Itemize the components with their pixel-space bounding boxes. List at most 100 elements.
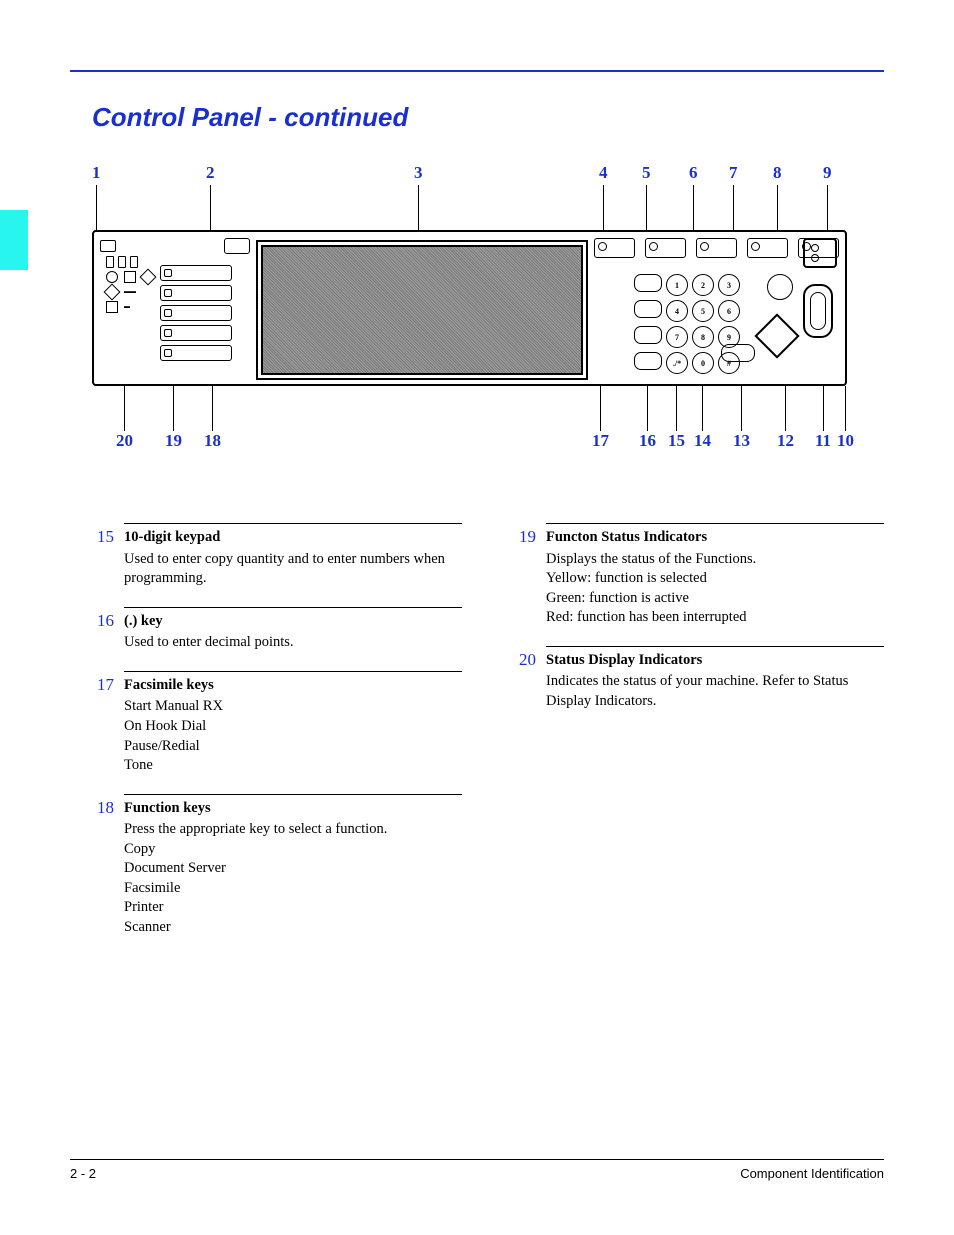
- item-title: Facsimile keys: [124, 676, 462, 696]
- callout-6: 6: [689, 163, 698, 183]
- callout-19: 19: [165, 431, 182, 451]
- panel-left-group: ▬▬ ▬: [100, 238, 250, 316]
- leader-3: [418, 185, 419, 230]
- item-line: On Hook Dial: [124, 717, 462, 737]
- item-body: Status Display IndicatorsIndicates the s…: [546, 646, 884, 712]
- column-left: 1510-digit keypadUsed to enter copy quan…: [84, 523, 462, 956]
- leader-1: [96, 185, 97, 230]
- item-line: Red: function has been interrupted: [546, 608, 884, 628]
- item-19: 19Functon Status IndicatorsDisplays the …: [506, 523, 884, 628]
- item-20: 20Status Display IndicatorsIndicates the…: [506, 646, 884, 712]
- callout-12: 12: [777, 431, 794, 451]
- leader-14: [702, 386, 703, 431]
- callout-7: 7: [729, 163, 738, 183]
- item-line: Press the appropriate key to select a fu…: [124, 820, 462, 840]
- callout-8: 8: [773, 163, 782, 183]
- callouts-top: 1 2 3 4 5 6 7 8 9: [92, 163, 847, 185]
- leader-20: [124, 386, 125, 431]
- item-line: Tone: [124, 756, 462, 776]
- fn-key-scanner: [160, 345, 232, 361]
- item-line: Printer: [124, 898, 462, 918]
- item-line: Yellow: function is selected: [546, 569, 884, 589]
- key-clearmodes: [696, 238, 737, 258]
- callout-1: 1: [92, 163, 101, 183]
- leader-6: [693, 185, 694, 230]
- main-power-indicator: [803, 238, 837, 268]
- callout-4: 4: [599, 163, 608, 183]
- footer: 2 - 2 Component Identification: [70, 1159, 884, 1181]
- item-line: Green: function is active: [546, 589, 884, 609]
- callout-5: 5: [642, 163, 651, 183]
- callout-20: 20: [116, 431, 133, 451]
- leader-2: [210, 185, 211, 230]
- leader-7: [733, 185, 734, 230]
- callout-13: 13: [733, 431, 750, 451]
- item-title: Functon Status Indicators: [546, 528, 884, 548]
- item-number: 20: [506, 646, 546, 670]
- leader-18: [212, 386, 213, 431]
- item-number: 16: [84, 607, 124, 631]
- item-line: Start Manual RX: [124, 697, 462, 717]
- leader-8: [777, 185, 778, 230]
- item-17: 17Facsimile keysStart Manual RXOn Hook D…: [84, 671, 462, 776]
- item-line: Displays the status of the Functions.: [546, 550, 884, 570]
- item-body: (.) keyUsed to enter decimal points.: [124, 607, 462, 653]
- fn-key-facsimile: [160, 305, 232, 321]
- item-line: Used to enter copy quantity and to enter…: [124, 550, 462, 589]
- callout-15: 15: [668, 431, 685, 451]
- footer-section: Component Identification: [740, 1166, 884, 1181]
- chapter-tab: [0, 210, 28, 270]
- descriptions: 1510-digit keypadUsed to enter copy quan…: [84, 523, 884, 956]
- callout-3: 3: [414, 163, 423, 183]
- item-title: Function keys: [124, 799, 462, 819]
- column-right: 19Functon Status IndicatorsDisplays the …: [506, 523, 884, 956]
- item-16: 16(.) keyUsed to enter decimal points.: [84, 607, 462, 653]
- item-line: Copy: [124, 840, 462, 860]
- leader-10: [845, 386, 846, 431]
- item-line: Pause/Redial: [124, 737, 462, 757]
- footer-page-number: 2 - 2: [70, 1166, 96, 1181]
- item-line: Document Server: [124, 859, 462, 879]
- leader-4: [603, 185, 604, 230]
- item-title: Status Display Indicators: [546, 651, 884, 671]
- page: Control Panel - continued 123456789 ▬▬ ▬: [0, 0, 954, 1235]
- leader-13: [741, 386, 742, 431]
- control-panel-figure: 123456789 ▬▬ ▬: [92, 163, 847, 453]
- item-line: Used to enter decimal points.: [124, 633, 462, 653]
- callout-9: 9: [823, 163, 832, 183]
- callout-2: 2: [206, 163, 215, 183]
- item-number: 17: [84, 671, 124, 695]
- item-18: 18Function keysPress the appropriate key…: [84, 794, 462, 938]
- item-title: 10-digit keypad: [124, 528, 462, 548]
- item-number: 18: [84, 794, 124, 818]
- item-body: Functon Status IndicatorsDisplays the st…: [546, 523, 884, 628]
- fn-key-docserver: [160, 285, 232, 301]
- panel-right-group: 123 456 789 ./*0#: [594, 238, 839, 378]
- leader-5: [646, 185, 647, 230]
- key-program: [645, 238, 686, 258]
- item-body: 10-digit keypadUsed to enter copy quanti…: [124, 523, 462, 589]
- leader-11: [823, 386, 824, 431]
- callout-14: 14: [694, 431, 711, 451]
- callout-16: 16: [639, 431, 656, 451]
- lcd-screen: [256, 240, 588, 380]
- fn-key-copy: [160, 265, 232, 281]
- item-number: 15: [84, 523, 124, 547]
- callout-18: 18: [204, 431, 221, 451]
- callout-11: 11: [815, 431, 831, 451]
- item-body: Function keysPress the appropriate key t…: [124, 794, 462, 938]
- page-title: Control Panel - continued: [92, 102, 884, 133]
- key-energy: [747, 238, 788, 258]
- panel-outline: ▬▬ ▬ 123 456 7: [92, 230, 847, 386]
- leader-16: [647, 386, 648, 431]
- callout-17: 17: [592, 431, 609, 451]
- clear-stop-key: [721, 344, 755, 362]
- leader-9: [827, 185, 828, 230]
- item-line: Scanner: [124, 918, 462, 938]
- fn-key-printer: [160, 325, 232, 341]
- leader-19: [173, 386, 174, 431]
- callouts-bottom: 2019181716151413121110: [92, 431, 847, 453]
- top-rule: [70, 70, 884, 72]
- key-check: [594, 238, 635, 258]
- item-15: 1510-digit keypadUsed to enter copy quan…: [84, 523, 462, 589]
